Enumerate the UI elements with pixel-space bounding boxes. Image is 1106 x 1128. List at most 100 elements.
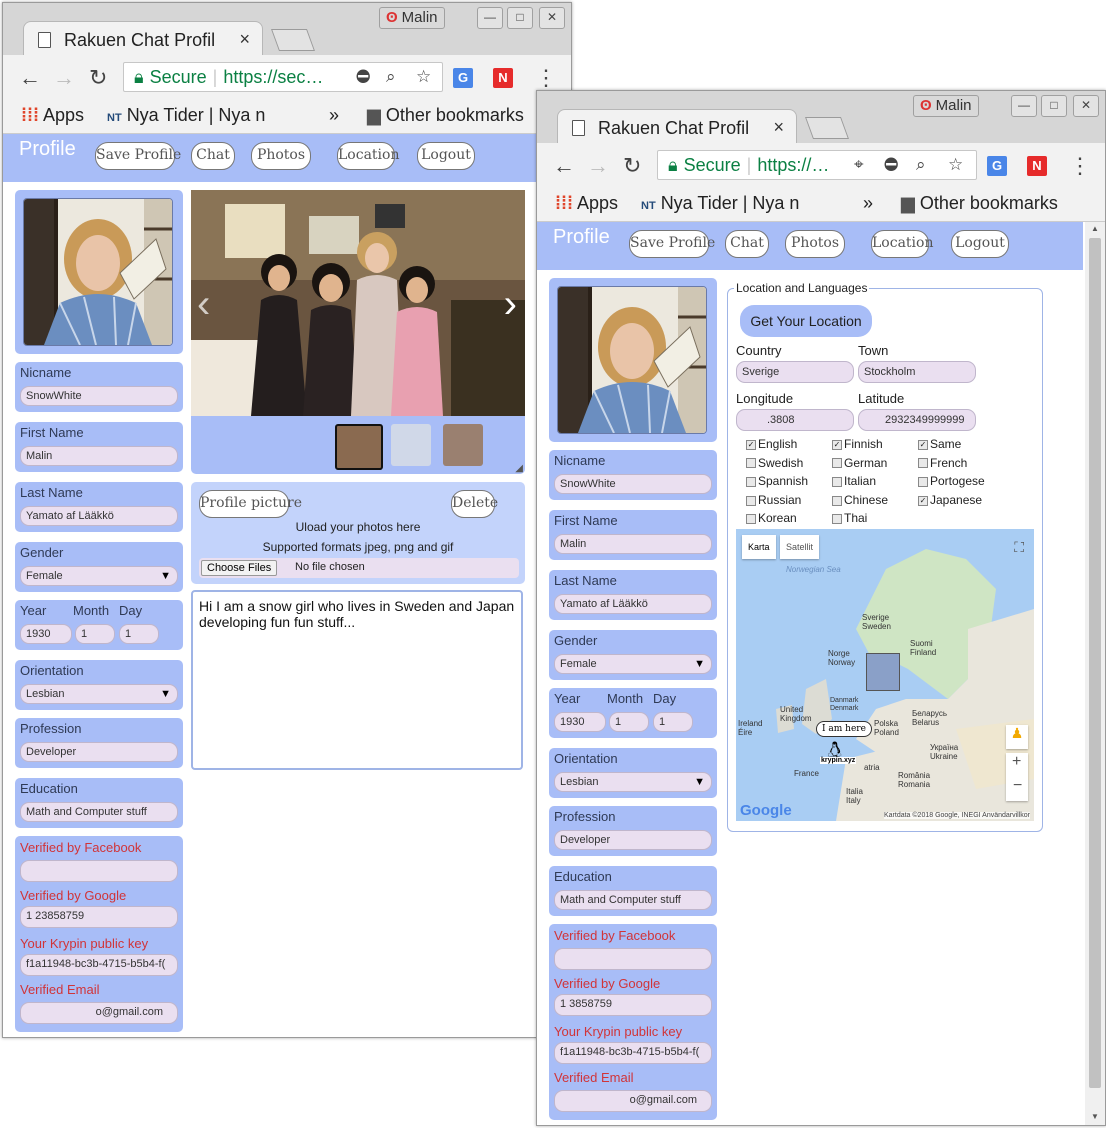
nicname-input[interactable]: SnowWhite <box>20 386 178 406</box>
first-name-input[interactable]: Malin <box>554 534 712 554</box>
town-input[interactable]: Stockholm <box>858 361 976 383</box>
krypin-key-field[interactable]: f1a11948-bc3b-4715-b5b4-f( <box>554 1042 712 1064</box>
close-window-button[interactable]: ✕ <box>1073 95 1099 117</box>
location-button[interactable]: Location <box>337 142 399 170</box>
thumbnail-1[interactable] <box>335 424 383 470</box>
file-input[interactable]: Choose Files No file chosen <box>199 558 519 578</box>
krypin-key-field[interactable]: f1a11948-bc3b-4715-b5b4-f( <box>20 954 178 976</box>
bookmark-star-icon[interactable]: ☆ <box>416 63 431 91</box>
translate-extension-icon[interactable]: G <box>453 68 473 88</box>
language-checkbox-russian[interactable]: Russian <box>746 493 801 507</box>
verified-email-field[interactable]: o@gmail.com <box>20 1002 178 1024</box>
close-tab-icon[interactable]: × <box>239 29 250 50</box>
verified-facebook-field[interactable] <box>20 860 178 882</box>
country-input[interactable]: Sverige <box>736 361 854 383</box>
delete-button[interactable]: Delete <box>451 490 498 518</box>
language-checkbox-same[interactable]: ✓ Same <box>918 437 961 451</box>
fullscreen-icon[interactable]: ⛶ <box>1014 539 1024 556</box>
language-checkbox-german[interactable]: German <box>832 456 887 470</box>
nicname-input[interactable]: SnowWhite <box>554 474 712 494</box>
back-arrow-icon[interactable]: ← <box>553 153 575 179</box>
translate-extension-icon[interactable]: G <box>987 156 1007 176</box>
profile-button[interactable]: ʘ Malin <box>913 95 979 117</box>
get-location-button[interactable]: Get Your Location <box>740 305 872 337</box>
maximize-button[interactable]: □ <box>507 7 533 29</box>
zoom-in-icon[interactable]: + <box>1012 753 1021 771</box>
last-name-input[interactable]: Yamato af Lääkkö <box>554 594 712 614</box>
scroll-thumb[interactable] <box>1089 238 1101 1088</box>
forward-arrow-icon[interactable]: → <box>53 65 75 91</box>
map-type-tab-karta[interactable]: Karta <box>742 535 776 559</box>
thumbnail-2[interactable] <box>391 424 431 466</box>
browser-tab[interactable]: Rakuen Chat Profil × <box>557 109 797 143</box>
language-checkbox-finnish[interactable]: ✓ Finnish <box>832 437 883 451</box>
other-bookmarks[interactable]: ▆ Other bookmarks <box>901 193 1058 214</box>
language-checkbox-chinese[interactable]: Chinese <box>832 493 888 507</box>
reload-icon[interactable]: ↻ <box>623 153 641 179</box>
language-checkbox-portogese[interactable]: Portogese <box>918 474 985 488</box>
resize-handle-icon[interactable]: ◢ <box>515 463 523 474</box>
n-extension-icon[interactable]: N <box>493 68 513 88</box>
month-input[interactable]: 1 <box>609 712 649 732</box>
year-input[interactable]: 1930 <box>20 624 72 644</box>
zoom-icon[interactable]: ⌕ <box>386 63 396 91</box>
new-tab-button[interactable] <box>270 29 316 51</box>
apps-bookmark[interactable]: ⁞⁞⁞ Apps <box>21 105 84 126</box>
year-input[interactable]: 1930 <box>554 712 606 732</box>
photos-button[interactable]: Photos <box>251 142 311 170</box>
nyatider-bookmark[interactable]: NT Nya Tider | Nya n <box>641 193 799 214</box>
language-checkbox-english[interactable]: ✓ English <box>746 437 797 451</box>
minimize-button[interactable]: — <box>477 7 503 29</box>
profile-picture-button[interactable]: Profile picture <box>199 490 302 518</box>
forward-arrow-icon[interactable]: → <box>587 153 609 179</box>
month-input[interactable]: 1 <box>75 624 115 644</box>
orientation-select[interactable]: Lesbian ▼ <box>554 772 712 792</box>
close-window-button[interactable]: ✕ <box>539 7 565 29</box>
minimize-button[interactable]: — <box>1011 95 1037 117</box>
pegman-icon[interactable]: ♟︎ <box>1006 725 1028 749</box>
chat-button[interactable]: Chat <box>725 230 769 258</box>
gallery-prev-icon[interactable]: ‹ <box>197 282 210 327</box>
chat-button[interactable]: Chat <box>191 142 235 170</box>
n-extension-icon[interactable]: N <box>1027 156 1047 176</box>
address-bar[interactable]: 🔒︎ Secure | https://sec… ⛔︎ ⌕ ☆ <box>123 62 443 92</box>
logout-button[interactable]: Logout <box>951 230 1009 258</box>
blocked-icon[interactable]: ⛔︎ <box>356 63 370 91</box>
back-arrow-icon[interactable]: ← <box>19 65 41 91</box>
language-checkbox-french[interactable]: French <box>918 456 967 470</box>
last-name-input[interactable]: Yamato af Lääkkö <box>20 506 178 526</box>
maximize-button[interactable]: □ <box>1041 95 1067 117</box>
latitude-input[interactable]: 2932349999999 <box>858 409 976 431</box>
more-bookmarks-chevron[interactable]: » <box>329 105 339 126</box>
close-tab-icon[interactable]: × <box>773 117 784 138</box>
verified-google-field[interactable]: 1 3858759 <box>554 994 712 1016</box>
more-bookmarks-chevron[interactable]: » <box>863 193 873 214</box>
location-target-icon[interactable]: ⌖ <box>854 151 864 179</box>
first-name-input[interactable]: Malin <box>20 446 178 466</box>
apps-bookmark[interactable]: ⁞⁞⁞ Apps <box>555 193 618 214</box>
scroll-up-icon[interactable]: ▲ <box>1091 224 1099 233</box>
map-type-tab-satellit[interactable]: Satellit <box>780 535 820 559</box>
language-checkbox-swedish[interactable]: Swedish <box>746 456 803 470</box>
language-checkbox-spannish[interactable]: Spannish <box>746 474 808 488</box>
language-checkbox-japanese[interactable]: ✓ Japanese <box>918 493 982 507</box>
longitude-input[interactable]: .3808 <box>736 409 854 431</box>
description-textarea[interactable]: Hi I am a snow girl who lives in Sweden … <box>191 590 523 770</box>
gender-select[interactable]: Female ▼ <box>20 566 178 586</box>
map-marker-avatar[interactable] <box>866 653 900 691</box>
nyatider-bookmark[interactable]: NT Nya Tider | Nya n <box>107 105 265 126</box>
profile-button[interactable]: ʘ Malin <box>379 7 445 29</box>
verified-google-field[interactable]: 1 23858759 <box>20 906 178 928</box>
verified-facebook-field[interactable] <box>554 948 712 970</box>
scroll-down-icon[interactable]: ▼ <box>1091 1112 1099 1121</box>
menu-dots-icon[interactable]: ⋮ <box>535 65 557 91</box>
education-input[interactable]: Math and Computer stuff <box>20 802 178 822</box>
day-input[interactable]: 1 <box>119 624 159 644</box>
reload-icon[interactable]: ↻ <box>89 65 107 91</box>
vertical-scrollbar[interactable]: ▲ ▼ <box>1085 222 1105 1125</box>
browser-tab[interactable]: Rakuen Chat Profil × <box>23 21 263 55</box>
orientation-select[interactable]: Lesbian ▼ <box>20 684 178 704</box>
verified-email-field[interactable]: o@gmail.com <box>554 1090 712 1112</box>
location-map[interactable]: Karta Satellit ⛶ Norwegian Sea Sverige S… <box>736 529 1034 821</box>
profession-input[interactable]: Developer <box>20 742 178 762</box>
